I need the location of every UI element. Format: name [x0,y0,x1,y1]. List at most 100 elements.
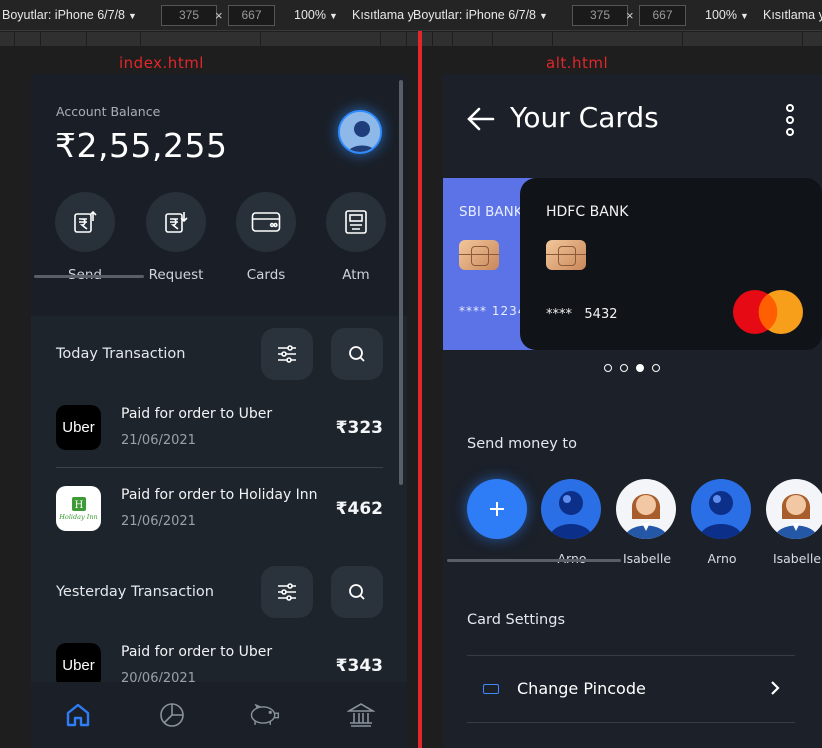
horizontal-scrollbar[interactable] [34,275,144,278]
hdfc-card[interactable]: HDFC BANK **** 5432 [520,178,822,350]
card-icon [236,192,296,252]
chip-icon [459,240,499,270]
card-number: **** 5432 [546,307,618,322]
avatar [691,479,751,539]
avatar [766,479,822,539]
zoom-select-left[interactable]: 100% ▼ [294,8,338,22]
vertical-scrollbar[interactable] [399,80,403,485]
carousel-dot-active[interactable] [636,364,644,372]
more-options-icon[interactable] [786,104,794,138]
card-number: **** 1234 [459,304,527,318]
search-icon [349,584,365,600]
times-sign: × [215,8,223,23]
rupee-request-icon [146,192,206,252]
ruler-left [0,32,418,46]
transaction-title: Paid for order to Uber [121,644,273,660]
ruler-right [422,32,822,46]
add-contact-button[interactable] [467,479,527,539]
cards-action[interactable]: Cards [236,192,296,283]
contact-arno[interactable]: Arno [691,479,753,566]
atm-action[interactable]: Atm [326,192,386,283]
carousel-dot[interactable] [652,364,660,372]
chevron-right-icon [771,681,780,695]
zoom-select-right[interactable]: 100% ▼ [705,8,749,22]
times-sign: × [626,8,634,23]
transaction-date: 21/06/2021 [121,514,196,529]
cards-label: Cards [246,267,286,283]
avatar [616,479,676,539]
width-input-right[interactable]: 375 [572,5,628,26]
devtools-toolbar: Boyutlar: iPhone 6/7/8 ▼ 375 × 667 100% ▼ … [0,0,822,31]
atm-label: Atm [342,267,370,283]
row-divider [56,467,383,468]
card-bank-name: HDFC BANK [546,204,629,220]
height-input-right[interactable]: 667 [639,5,686,26]
phone-home-screen: Account Balance ₹2,55,255 Send Request [31,74,407,748]
page-title: Your Cards [510,101,659,134]
throttle-select-right[interactable]: Kısıtlama y [763,8,822,22]
transaction-title: Paid for order to Holiday Inn [121,487,318,503]
contact-isabelle[interactable]: Isabelle [616,479,678,566]
transaction-amount: ₹462 [335,499,383,519]
avatar-icon [340,112,380,152]
svg-text:H: H [74,500,83,511]
settings-divider [467,722,795,723]
transaction-row[interactable]: H Holiday Inn Paid for order to Holiday … [56,486,383,536]
search-button[interactable] [331,566,383,618]
request-label: Request [148,267,204,283]
search-icon [349,346,365,362]
avatar [541,479,601,539]
card-bank-name: SBI BANK [459,204,523,220]
contact-isabelle[interactable]: Isabelle [766,479,822,566]
piggy-bank-icon[interactable] [247,700,281,730]
card-settings-title: Card Settings [467,612,566,628]
transaction-amount: ₹343 [335,656,383,676]
today-transaction-title: Today Transaction [56,346,186,362]
pane-divider[interactable] [418,31,422,748]
back-arrow-icon[interactable] [465,104,497,138]
contact-name: Isabelle [622,551,672,566]
bank-icon[interactable] [344,700,378,730]
carousel-dot[interactable] [604,364,612,372]
atm-icon [326,192,386,252]
filter-button[interactable] [261,566,313,618]
throttle-select-left[interactable]: Kısıtlama y [352,8,414,22]
bottom-navigation [31,682,407,748]
device-select-left[interactable]: Boyutlar: iPhone 6/7/8 ▼ [2,8,137,22]
horizontal-scrollbar[interactable] [447,559,621,562]
carousel-dot[interactable] [620,364,628,372]
change-pincode-row[interactable]: Change Pincode [467,656,795,722]
yesterday-transaction-title: Yesterday Transaction [56,584,214,600]
transactions-section: Today Transaction Uber Paid for order to… [31,316,407,688]
chip-icon [546,240,586,270]
pincode-icon [483,684,499,694]
transaction-title: Paid for order to Uber [121,406,273,422]
sliders-icon [278,583,296,601]
pane-label-left: index.html [119,54,204,72]
request-action[interactable]: Request [146,192,206,283]
home-icon[interactable] [61,700,95,730]
balance-label: Account Balance [56,104,161,119]
send-money-title: Send money to [467,436,577,452]
height-input-left[interactable]: 667 [228,5,275,26]
pie-chart-icon[interactable] [155,700,189,730]
contact-name: Arno [707,551,737,566]
width-input-left[interactable]: 375 [161,5,217,26]
carousel-dots [604,364,660,372]
pane-label-right: alt.html [546,54,609,72]
transaction-row[interactable]: Uber Paid for order to Uber 21/06/2021 ₹… [56,405,383,455]
rupee-send-icon [55,192,115,252]
phone-cards-screen: Your Cards SBI BANK **** 1234 HDFC BANK … [443,74,822,748]
transaction-date: 21/06/2021 [121,433,196,448]
send-action[interactable]: Send [55,192,115,283]
contact-name: Isabelle [772,551,822,566]
contact-arno[interactable]: Arno [541,479,603,566]
change-pincode-label: Change Pincode [517,679,646,698]
mastercard-logo [733,290,803,334]
transaction-amount: ₹323 [335,418,383,438]
filter-button[interactable] [261,328,313,380]
search-button[interactable] [331,328,383,380]
device-select-right[interactable]: Boyutlar: iPhone 6/7/8 ▼ [413,8,548,22]
sliders-icon [278,345,296,363]
profile-avatar[interactable] [338,110,382,154]
